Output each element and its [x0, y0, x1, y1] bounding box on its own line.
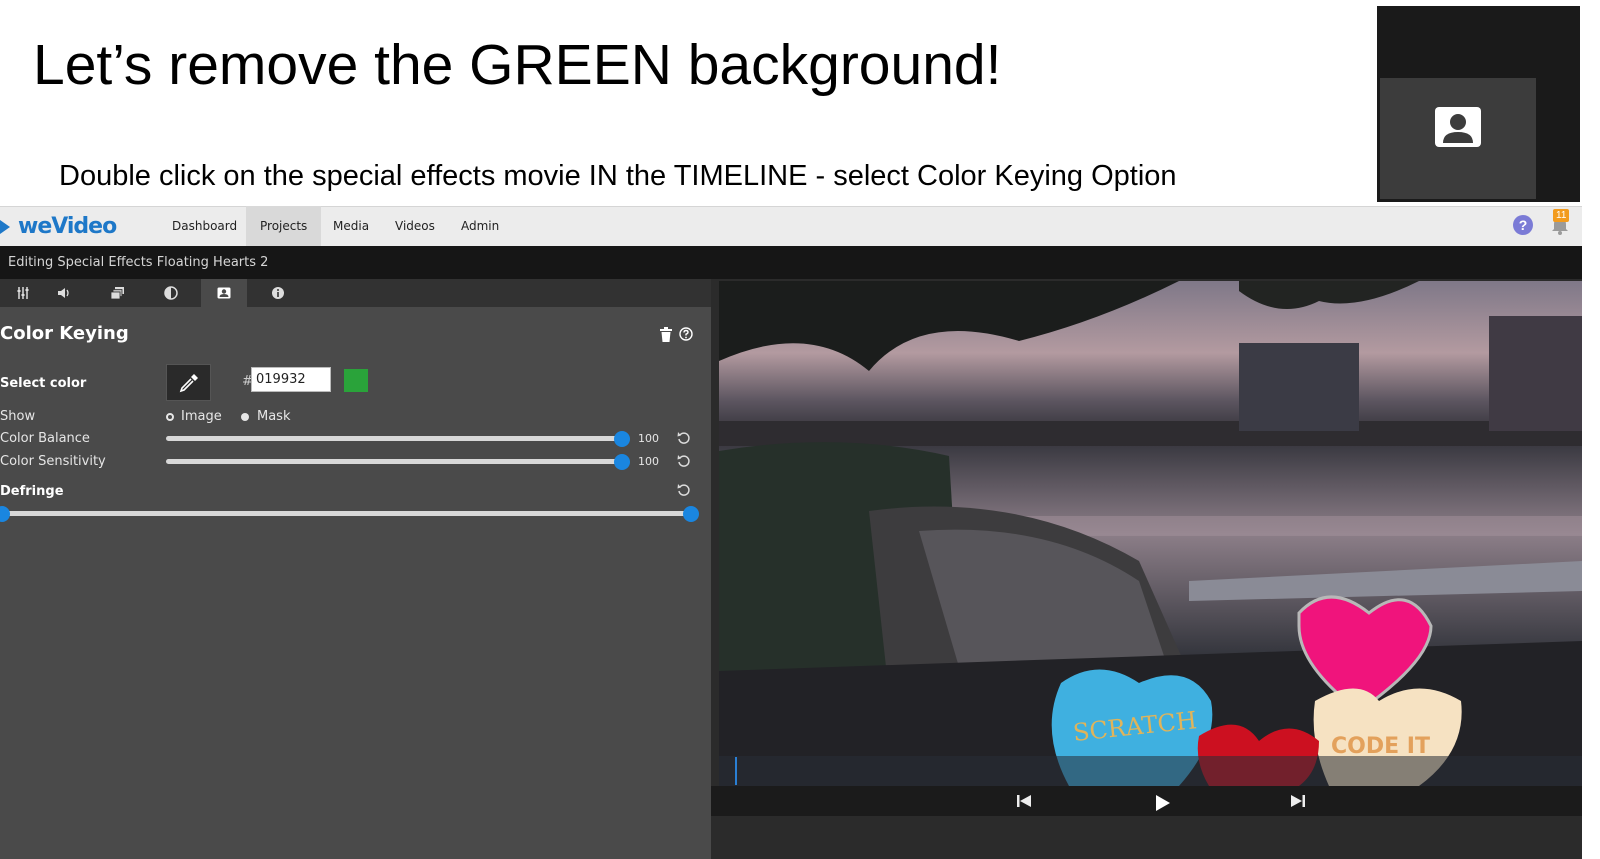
help-button[interactable]: ?	[1513, 215, 1533, 235]
video-preview[interactable]: SCRATCH CODE IT	[719, 281, 1582, 786]
color-balance-label: Color Balance	[0, 431, 90, 446]
color-balance-knob[interactable]	[614, 431, 630, 447]
show-image-label: Image	[181, 409, 222, 424]
video-frame: SCRATCH CODE IT	[719, 281, 1582, 786]
color-sensitivity-reset-icon[interactable]	[677, 454, 691, 468]
notification-badge: 11	[1553, 209, 1570, 222]
effects-panel	[0, 279, 711, 859]
window-edge	[1582, 0, 1600, 859]
slide-title: Let’s remove the GREEN background!	[33, 33, 1002, 97]
tab-contrast[interactable]	[148, 279, 194, 307]
color-keying-icon	[217, 287, 231, 299]
color-balance-reset-icon[interactable]	[677, 431, 691, 445]
show-mask-label: Mask	[257, 409, 291, 424]
show-label: Show	[0, 409, 36, 424]
color-swatch[interactable]	[344, 369, 368, 392]
skip-back-icon[interactable]	[1013, 790, 1035, 812]
volume-icon	[58, 288, 69, 298]
defringe-track[interactable]	[0, 511, 690, 516]
tab-color-keying[interactable]	[201, 279, 247, 307]
color-sensitivity-value: 100	[638, 455, 659, 468]
logo-text: weVideo	[18, 214, 117, 239]
play-icon[interactable]	[1151, 792, 1173, 814]
nav-videos[interactable]: Videos	[381, 206, 449, 246]
select-color-label: Select color	[0, 376, 87, 391]
mixer-icon	[17, 287, 29, 299]
tab-layers[interactable]	[95, 279, 141, 307]
defringe-reset-icon[interactable]	[677, 483, 691, 497]
section-title: Color Keying	[0, 323, 129, 344]
info-icon	[272, 287, 284, 299]
contrast-icon	[164, 286, 178, 300]
user-avatar-icon	[1435, 107, 1481, 147]
hex-color-input[interactable]	[251, 367, 331, 392]
question-icon[interactable]	[679, 327, 693, 341]
playhead[interactable]	[735, 757, 737, 785]
nav-media[interactable]: Media	[319, 206, 383, 246]
defringe-knob[interactable]	[683, 506, 699, 522]
skip-forward-icon[interactable]	[1287, 790, 1309, 812]
nav-dashboard[interactable]: Dashboard	[158, 206, 251, 246]
color-sensitivity-track[interactable]	[166, 459, 622, 464]
nav-admin[interactable]: Admin	[447, 206, 513, 246]
playback-controls	[711, 786, 1582, 816]
color-balance-value: 100	[638, 432, 659, 445]
wevideo-logo[interactable]: weVideo	[0, 214, 117, 239]
color-balance-track[interactable]	[166, 436, 622, 441]
show-mask-radio[interactable]	[241, 413, 249, 421]
defringe-label: Defringe	[0, 484, 64, 499]
play-logo-icon	[0, 220, 10, 234]
eyedropper-icon	[179, 373, 198, 392]
color-sensitivity-label: Color Sensitivity	[0, 454, 106, 469]
color-sensitivity-knob[interactable]	[614, 454, 630, 470]
show-image-radio[interactable]	[166, 413, 174, 421]
eyedropper-button[interactable]	[166, 364, 211, 401]
timeline-scrubber[interactable]	[719, 756, 1582, 786]
layers-icon	[111, 287, 124, 300]
trash-icon[interactable]	[659, 327, 673, 343]
nav-projects[interactable]: Projects	[246, 206, 322, 246]
tab-mixer[interactable]	[0, 279, 46, 307]
tab-volume[interactable]	[41, 279, 87, 307]
editor-title: Editing Special Effects Floating Hearts …	[8, 255, 269, 270]
tab-info[interactable]	[255, 279, 301, 307]
slide-subtitle: Double click on the special effects movi…	[59, 160, 1177, 192]
